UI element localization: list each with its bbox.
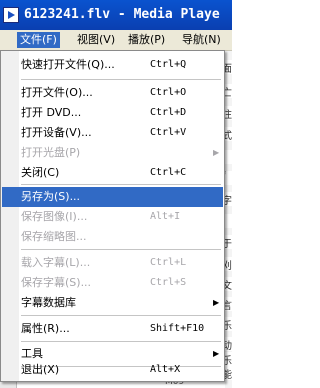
menu-separator <box>21 184 221 185</box>
menu-item-shortcut: Ctrl+D <box>150 107 187 118</box>
menu-item-shortcut: Alt+I <box>150 211 181 222</box>
menu-item-shortcut: Alt+X <box>150 364 181 375</box>
menu-view[interactable]: 视图(V) <box>74 32 118 48</box>
menu-item-open-disc[interactable]: 打开光盘(P) ▶ <box>2 143 223 163</box>
menu-item-label: 打开设备(V)... <box>21 126 92 139</box>
media-player-icon <box>3 7 19 23</box>
window-title-bar[interactable]: 6123241.flv - Media Playe <box>0 0 232 30</box>
menu-item-load-subtitle[interactable]: 载入字幕(L)... Ctrl+L <box>2 253 223 273</box>
menu-item-shortcut: Ctrl+S <box>150 277 187 288</box>
menu-separator <box>21 315 221 316</box>
menu-item-quick-open[interactable]: 快速打开文件(Q)... Ctrl+Q <box>2 55 223 75</box>
menu-item-label: 载入字幕(L)... <box>21 256 91 269</box>
menu-item-close[interactable]: 关闭(C) Ctrl+C <box>2 163 223 183</box>
menu-navigate[interactable]: 导航(N) <box>179 32 224 48</box>
menu-item-properties[interactable]: 属性(R)... Shift+F10 <box>2 319 223 339</box>
window-title: 6123241.flv - Media Playe <box>24 7 220 22</box>
menu-item-label: 打开 DVD... <box>21 106 82 119</box>
menu-item-label: 打开文件(O)... <box>21 86 93 99</box>
menu-item-subtitle-database[interactable]: 字幕数据库 ▶ <box>2 293 223 313</box>
menu-separator <box>21 249 221 250</box>
menu-item-label: 打开光盘(P) <box>21 146 81 159</box>
menu-item-shortcut: Shift+F10 <box>150 323 205 334</box>
submenu-arrow-icon: ▶ <box>213 298 220 307</box>
menu-item-save-image[interactable]: 保存图像(I)... Alt+I <box>2 207 223 227</box>
submenu-arrow-icon: ▶ <box>213 148 220 157</box>
menu-item-shortcut: Ctrl+L <box>150 257 187 268</box>
menu-item-label: 保存缩略图... <box>21 230 87 243</box>
menu-item-label: 退出(X) <box>21 363 60 376</box>
menu-item-label: 另存为(S)... <box>21 190 81 203</box>
menu-item-shortcut: Ctrl+V <box>150 127 187 138</box>
menu-item-open-dvd[interactable]: 打开 DVD... Ctrl+D <box>2 103 223 123</box>
menu-item-label: 快速打开文件(Q)... <box>21 58 115 71</box>
menu-file[interactable]: 文件(F) <box>17 32 60 48</box>
menu-item-open-file[interactable]: 打开文件(O)... Ctrl+O <box>2 83 223 103</box>
menu-separator <box>21 341 221 342</box>
menu-item-save-subtitle[interactable]: 保存字幕(S)... Ctrl+S <box>2 273 223 293</box>
menu-item-label: 关闭(C) <box>21 166 60 179</box>
menu-item-label: 保存图像(I)... <box>21 210 88 223</box>
menu-item-save-thumbnails[interactable]: 保存缩略图... <box>2 227 223 247</box>
menu-separator <box>21 79 221 80</box>
menu-item-open-device[interactable]: 打开设备(V)... Ctrl+V <box>2 123 223 143</box>
menu-bar: 文件(F) 视图(V) 播放(P) 导航(N) <box>0 30 232 51</box>
menu-item-shortcut: Ctrl+C <box>150 167 187 178</box>
menu-item-save-as[interactable]: 另存为(S)... <box>2 187 223 207</box>
menu-item-label: 字幕数据库 <box>21 296 76 309</box>
menu-item-label: 保存字幕(S)... <box>21 276 92 289</box>
menu-item-label: 属性(R)... <box>21 322 70 335</box>
menu-item-exit[interactable]: 退出(X) Alt+X <box>2 360 223 380</box>
file-menu-dropdown: 快速打开文件(Q)... Ctrl+Q 打开文件(O)... Ctrl+O 打开… <box>0 50 225 382</box>
menu-play[interactable]: 播放(P) <box>125 32 168 48</box>
menu-item-shortcut: Ctrl+Q <box>150 59 187 70</box>
menu-item-shortcut: Ctrl+O <box>150 87 187 98</box>
